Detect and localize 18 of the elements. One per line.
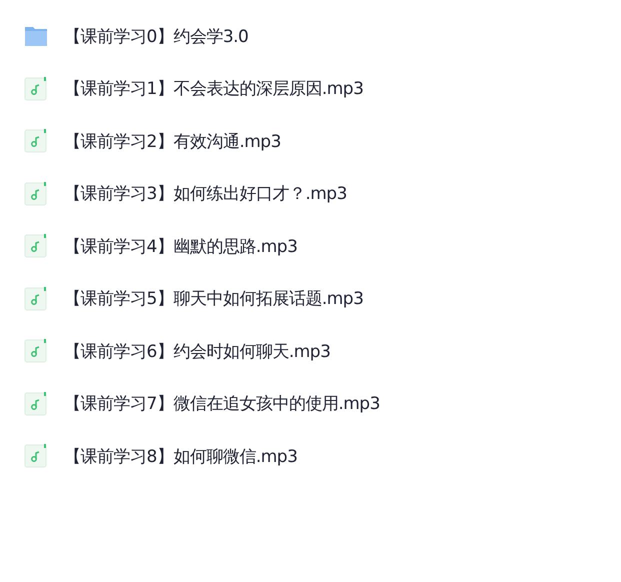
file-name[interactable]: 【课前学习6】约会时如何聊天.mp3 [64, 340, 330, 363]
file-name[interactable]: 【课前学习3】如何练出好口才？.mp3 [64, 182, 347, 206]
music-file-icon [24, 444, 48, 468]
file-name[interactable]: 【课前学习2】有效沟通.mp3 [64, 130, 281, 153]
file-name[interactable]: 【课前学习7】微信在追女孩中的使用.mp3 [64, 392, 380, 416]
music-file-icon [24, 129, 48, 154]
file-name[interactable]: 【课前学习8】如何聊微信.mp3 [64, 444, 298, 468]
music-file-icon [24, 339, 48, 364]
music-file-icon [24, 234, 48, 258]
music-file-icon [24, 286, 48, 311]
music-file-icon [24, 76, 48, 101]
file-name[interactable]: 【课前学习5】聊天中如何拓展话题.mp3 [64, 287, 364, 310]
music-file-icon [24, 392, 48, 416]
file-name[interactable]: 【课前学习4】幽默的思路.mp3 [64, 234, 298, 258]
folder-icon [24, 25, 48, 48]
music-file-icon [24, 182, 48, 206]
file-name[interactable]: 【课前学习0】约会学3.0 [64, 24, 248, 48]
file-name[interactable]: 【课前学习1】不会表达的深层原因.mp3 [64, 77, 364, 100]
